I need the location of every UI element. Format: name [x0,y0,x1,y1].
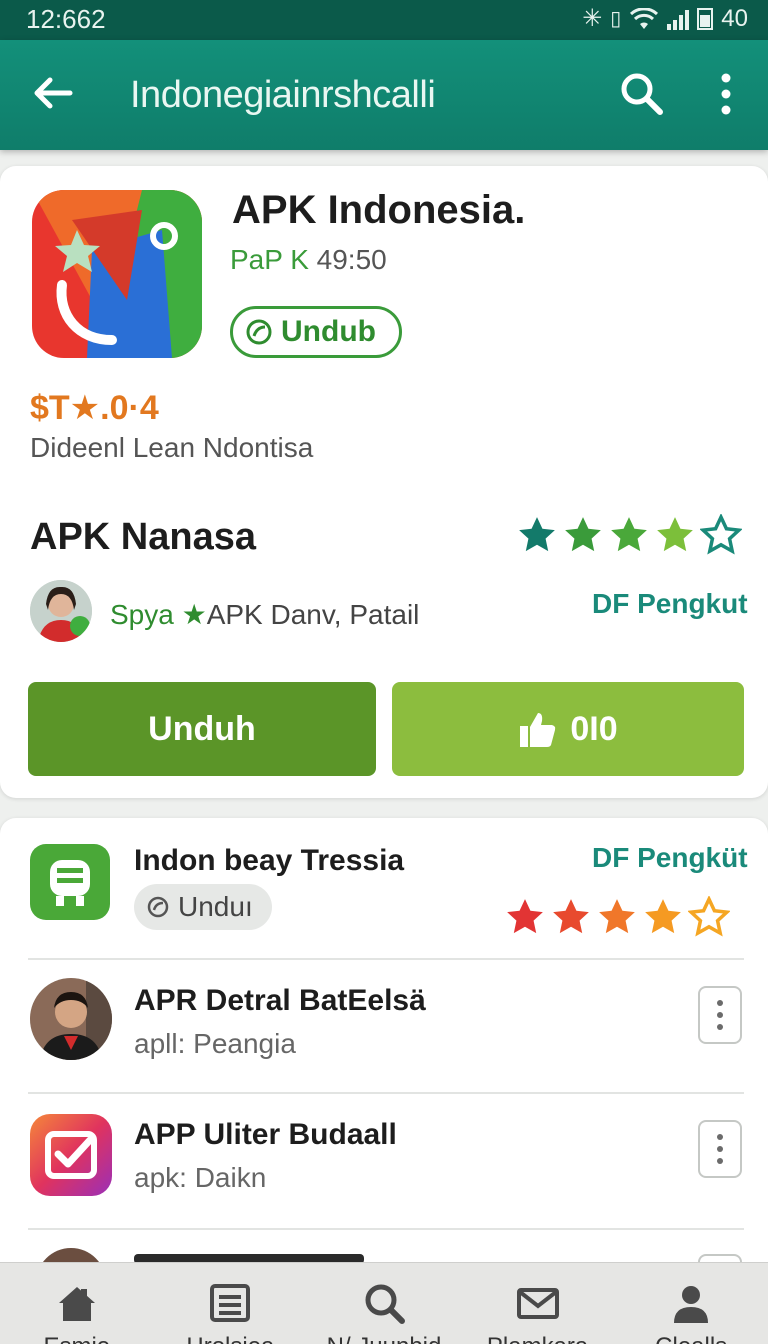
list-item[interactable]: APR Detral BatEelsä apll: Peangia [0,960,768,1092]
download-leaf-icon [246,319,272,345]
list-item-subtitle: apk: Daikn [134,1162,267,1193]
app-name: APK Nanasa [30,516,256,558]
nav-label: Esmie [0,1333,154,1344]
status-time: 12:662 [26,4,106,34]
featured-meta-prefix: PaP K [230,244,309,275]
download-leaf-icon [147,896,169,918]
app-bar: Indonegiainrshcalli [0,40,768,150]
list-item-pill-label: Unduı [178,891,253,922]
status-bar: 12:662 ✳ ▯ 40 [0,0,768,40]
featured-rating-stars [516,514,742,556]
wifi-icon [630,7,659,29]
nav-item-list[interactable]: Hrolsiea [154,1263,308,1344]
featured-app-icon[interactable] [32,190,202,358]
list-item-subtitle: apll: Peangia [134,1028,296,1059]
nav-label: Clealls [614,1333,768,1344]
list-item-menu-button[interactable] [698,1120,742,1178]
nav-item-mail[interactable]: Plamkara [461,1263,615,1344]
author-avatar [30,580,92,642]
star-icon [608,514,650,556]
list-item-title: Indon beay Tressia [134,844,405,877]
more-vert-icon[interactable] [706,68,746,120]
star-icon [562,514,604,556]
back-arrow-icon[interactable] [28,68,78,118]
download-pill-button[interactable]: Undub [230,306,402,358]
list-item-title: APR Detral BatEelsä [134,984,426,1017]
featured-app-title: APK Indonesia. [232,188,526,232]
star-icon [700,514,742,556]
download-pill-label: Undub [281,315,376,348]
list-item[interactable]: Indon beay Tressia Unduı DF Pengküt [0,818,768,958]
download-button[interactable]: Unduh [28,682,376,776]
featured-app-card: APK Indonesia. PaP K 49:50 Undub $T★.0·4… [0,166,768,798]
download-button-label: Unduh [148,709,256,748]
list-item-link[interactable]: DF Pengküt [592,842,748,874]
search-icon [365,1284,405,1324]
check-app-icon [30,1114,112,1196]
star-icon [596,896,638,938]
app-description: Dideenl Lean Ndontisa [30,432,314,463]
mail-icon [516,1288,559,1319]
app-list-card: Indon beay Tressia Unduı DF Pengküt APR … [0,818,768,1290]
list-item[interactable]: APP Uliter Budaall apk: Daikn [0,1094,768,1228]
person-avatar [30,978,112,1060]
nav-item-profile[interactable]: Clealls [614,1263,768,1344]
app-bar-title: Indonegiainrshcalli [130,74,436,116]
person-icon [674,1286,709,1323]
vibrate-icon: ▯ [610,8,622,30]
nav-label: Plamkara [461,1333,615,1344]
list-item-title: APP Uliter Budaall [134,1118,397,1151]
search-icon[interactable] [616,68,668,120]
star-icon [504,896,546,938]
battery-icon [697,7,714,30]
featured-link[interactable]: DF Pengkut [592,588,748,620]
nav-item-home[interactable]: Esmie [0,1263,154,1344]
star-icon [516,514,558,556]
status-right-text: 40 [721,4,748,32]
list-icon [210,1284,251,1322]
star-icon [654,514,696,556]
author-line: Spya ★APK Danv, Patail [110,598,419,631]
robot-app-icon [30,844,110,920]
nav-label: Hrolsiea [154,1333,308,1344]
star-icon [550,896,592,938]
list-item-menu-button[interactable] [698,986,742,1044]
thumbs-up-icon [520,713,556,747]
featured-app-meta: PaP K 49:50 [230,244,387,276]
like-button[interactable]: 0I0 [392,682,744,776]
author-rest: APK Danv, Patail [206,599,420,630]
author-highlight: Spya ★ [110,599,207,630]
featured-meta-value: 49:50 [316,244,387,275]
list-item-rating-stars [504,896,730,938]
nav-item-search[interactable]: N/ Juunbid [307,1263,461,1344]
signal-icon [667,8,690,30]
home-icon [58,1287,95,1321]
bottom-navigation: Esmie Hrolsiea N/ Juunbid Plamkara Cleal… [0,1262,768,1344]
bluetooth-icon: ✳ [582,5,603,32]
star-icon [688,896,730,938]
nav-label: N/ Juunbid [307,1333,461,1344]
star-icon [642,896,684,938]
app-price: $T★.0·4 [30,389,159,427]
list-item-download-pill[interactable]: Unduı [134,884,272,930]
like-count: 0I0 [570,709,618,748]
